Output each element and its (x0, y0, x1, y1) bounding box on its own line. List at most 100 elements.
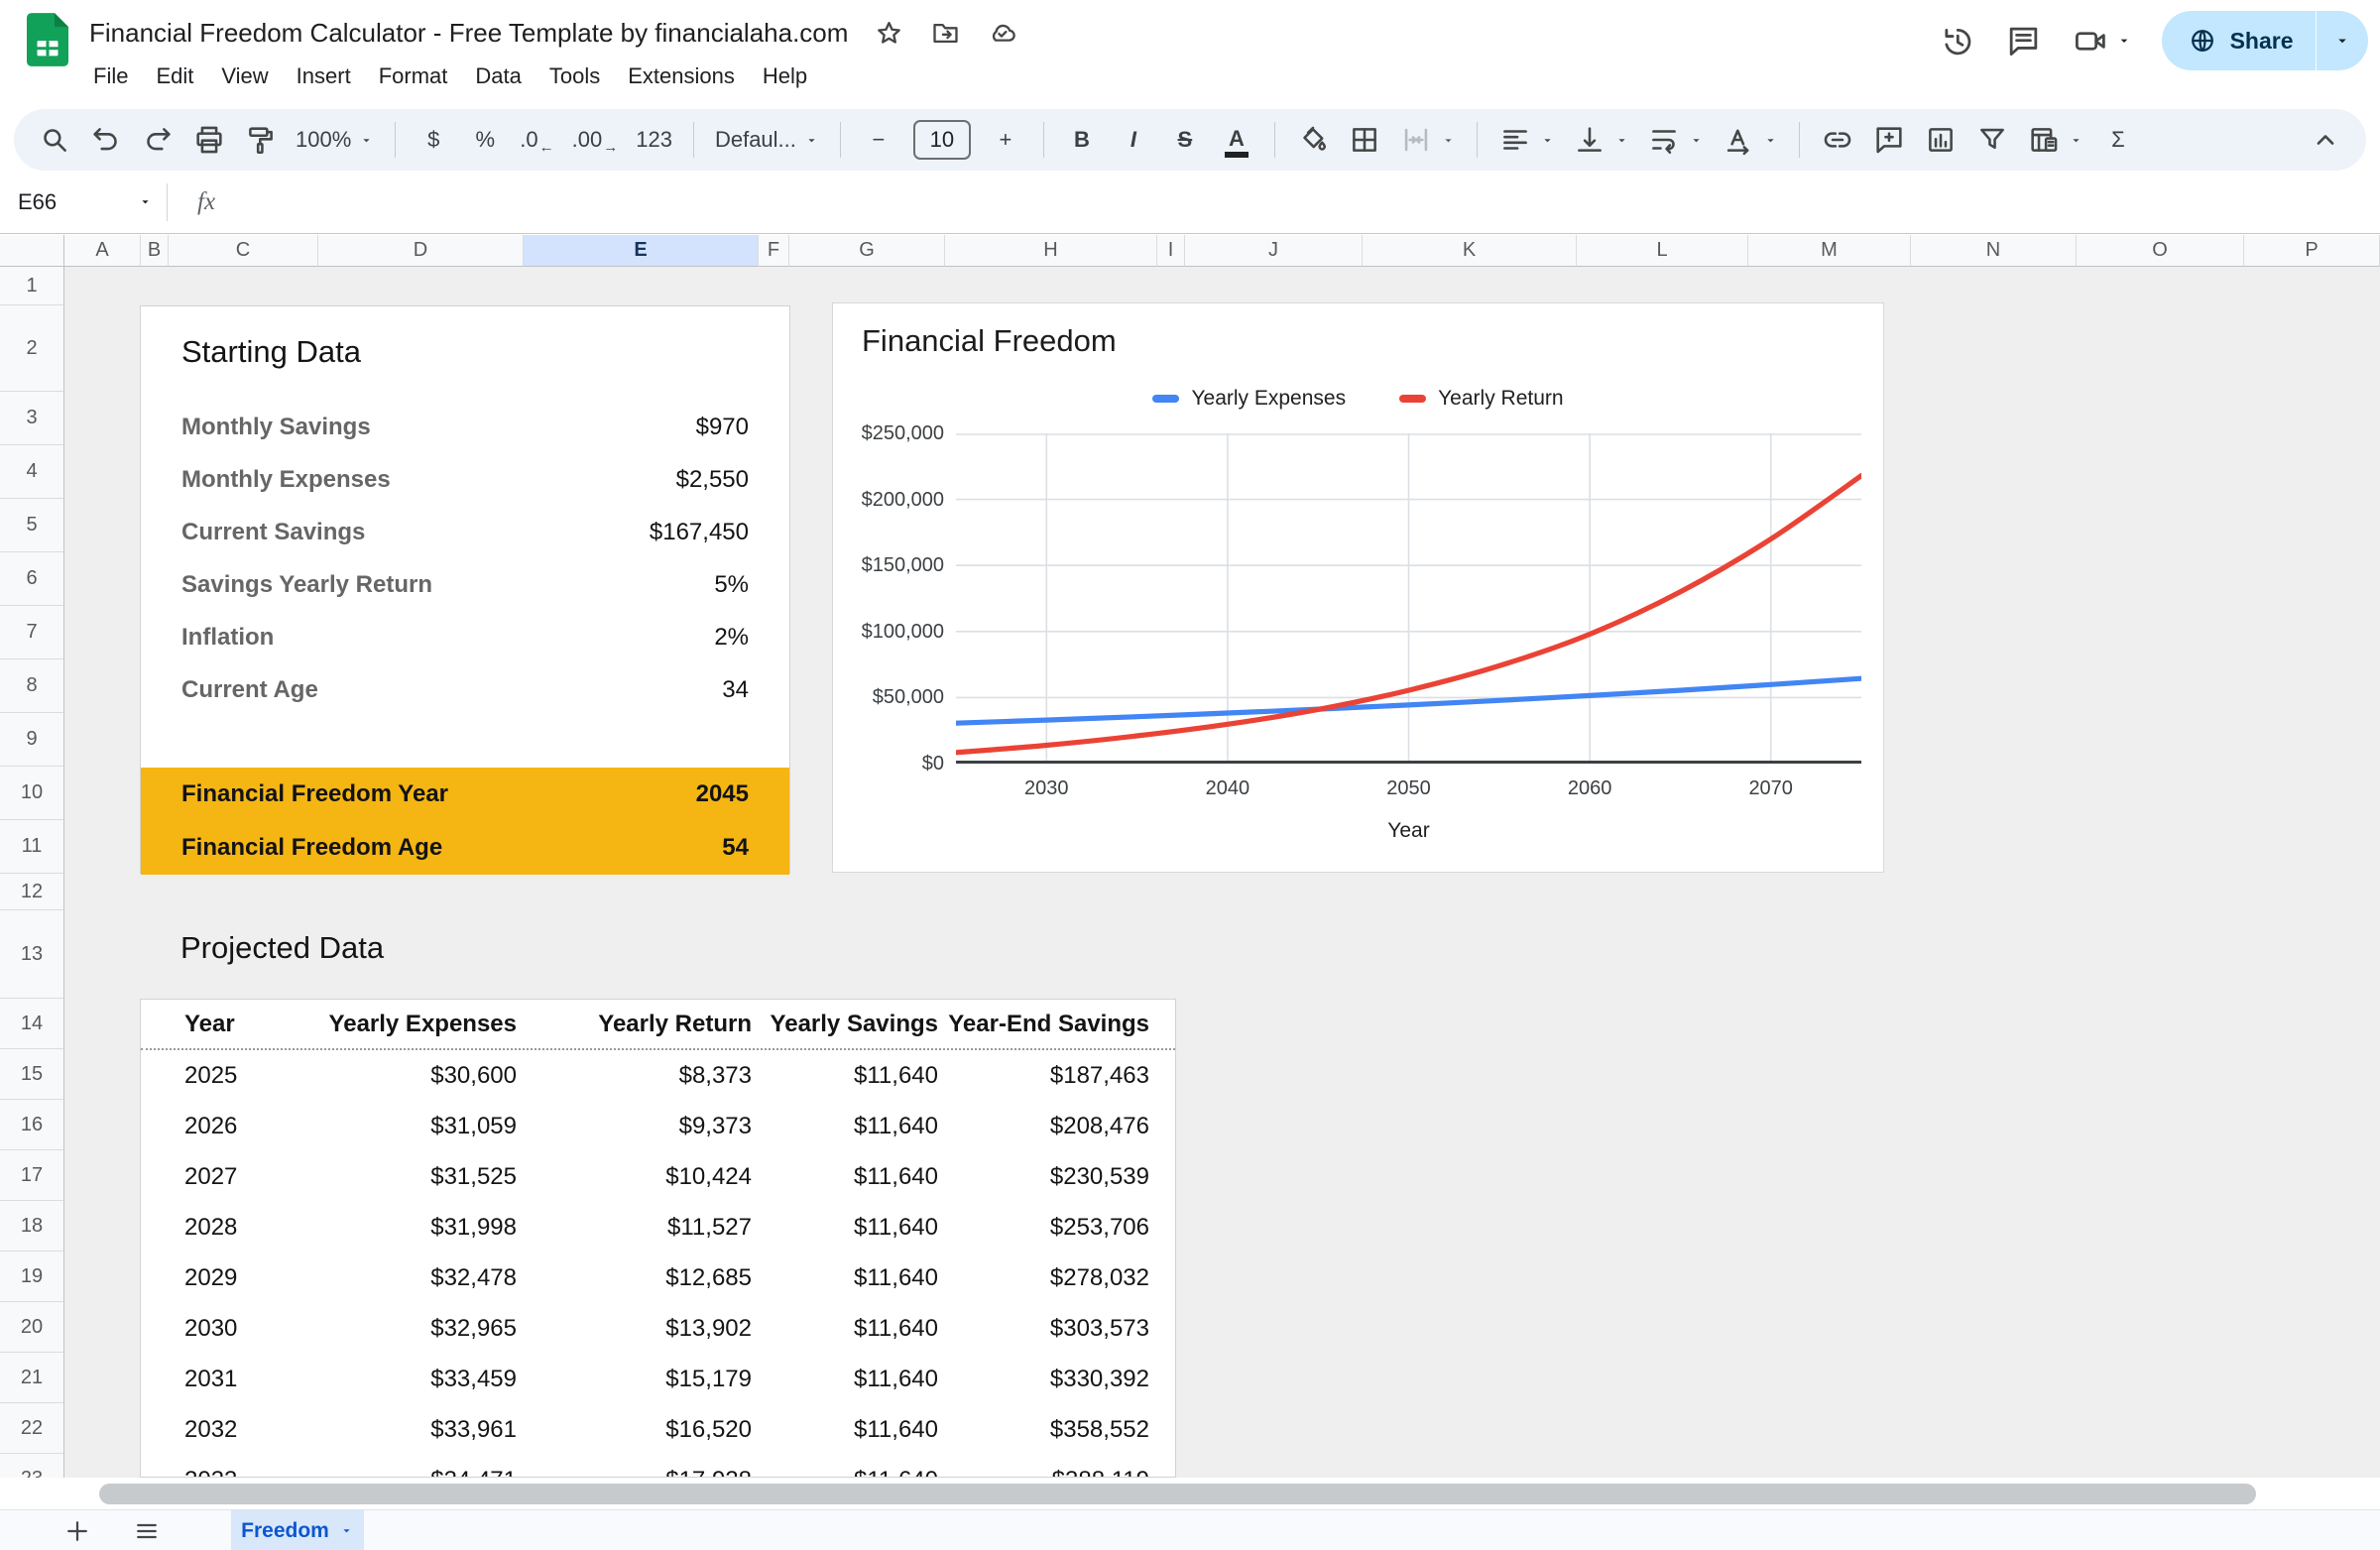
projected-data-row[interactable]: 2030$32,965$13,902$11,640$303,573 (141, 1303, 1175, 1354)
column-header-D[interactable]: D (318, 235, 524, 267)
share-dropdown-button[interactable] (2317, 11, 2368, 70)
document-title[interactable]: Financial Freedom Calculator - Free Temp… (89, 18, 848, 49)
projected-data-row[interactable]: 2032$33,961$16,520$11,640$358,552 (141, 1404, 1175, 1455)
bold-button[interactable]: B (1059, 117, 1105, 163)
format-currency-button[interactable]: $ (411, 117, 456, 163)
starting-data-title[interactable]: Starting Data (181, 334, 361, 370)
row-header-6[interactable]: 6 (0, 552, 64, 606)
column-header-P[interactable]: P (2244, 235, 2380, 267)
row-header-3[interactable]: 3 (0, 392, 64, 445)
text-wrap-icon[interactable] (1641, 117, 1710, 163)
row-header-20[interactable]: 20 (0, 1302, 64, 1353)
decrease-decimal-button[interactable]: .0← (514, 117, 559, 163)
horizontal-scrollbar[interactable] (99, 1484, 2256, 1504)
text-color-button[interactable]: A (1214, 117, 1259, 163)
insert-chart-icon[interactable] (1918, 117, 1964, 163)
row-header-22[interactable]: 22 (0, 1403, 64, 1454)
starting-data-row[interactable]: Current Age34 (141, 663, 789, 716)
column-header-E[interactable]: E (524, 235, 759, 267)
column-header-A[interactable]: A (64, 235, 141, 267)
increase-font-size-button[interactable]: + (983, 117, 1028, 163)
row-header-5[interactable]: 5 (0, 499, 64, 552)
row-header-14[interactable]: 14 (0, 999, 64, 1049)
row-header-21[interactable]: 21 (0, 1353, 64, 1403)
chevron-down-icon[interactable] (339, 1523, 354, 1538)
borders-icon[interactable] (1342, 117, 1387, 163)
row-header-7[interactable]: 7 (0, 606, 64, 659)
menu-edit[interactable]: Edit (142, 58, 207, 95)
undo-icon[interactable] (83, 117, 129, 163)
merge-cells-icon[interactable] (1393, 117, 1462, 163)
row-header-2[interactable]: 2 (0, 305, 64, 392)
zoom-select[interactable]: 100% (290, 117, 380, 163)
print-icon[interactable] (186, 117, 232, 163)
version-history-icon[interactable] (1939, 23, 1975, 60)
column-header-K[interactable]: K (1363, 235, 1577, 267)
add-sheet-button[interactable] (56, 1510, 99, 1550)
projected-data-row[interactable]: 2033$34,471$17,928$11,640$388,119 (141, 1455, 1175, 1478)
highlight-row[interactable]: Financial Freedom Year2045 (141, 768, 789, 821)
star-icon[interactable] (874, 18, 904, 49)
chevron-down-icon[interactable] (2116, 33, 2132, 49)
font-select[interactable]: Defaul... (709, 117, 825, 163)
menu-extensions[interactable]: Extensions (614, 58, 749, 95)
sheet-tab-freedom[interactable]: Freedom (231, 1510, 364, 1550)
row-header-9[interactable]: 9 (0, 713, 64, 767)
column-header-M[interactable]: M (1748, 235, 1911, 267)
column-header-C[interactable]: C (169, 235, 318, 267)
select-all-corner[interactable] (0, 235, 64, 267)
search-icon[interactable] (32, 117, 77, 163)
row-header-12[interactable]: 12 (0, 874, 64, 910)
row-header-16[interactable]: 16 (0, 1100, 64, 1150)
row-header-18[interactable]: 18 (0, 1201, 64, 1252)
column-header-N[interactable]: N (1911, 235, 2077, 267)
row-header-1[interactable]: 1 (0, 267, 64, 305)
menu-insert[interactable]: Insert (283, 58, 365, 95)
row-header-17[interactable]: 17 (0, 1150, 64, 1201)
font-size-input[interactable]: 10 (907, 117, 977, 163)
insert-link-icon[interactable] (1815, 117, 1860, 163)
format-percent-button[interactable]: % (462, 117, 508, 163)
increase-decimal-button[interactable]: .00→ (566, 117, 625, 163)
column-header-F[interactable]: F (759, 235, 789, 267)
projected-data-row[interactable]: 2026$31,059$9,373$11,640$208,476 (141, 1101, 1175, 1151)
column-header-O[interactable]: O (2077, 235, 2244, 267)
starting-data-row[interactable]: Savings Yearly Return5% (141, 558, 789, 611)
share-button[interactable]: Share (2162, 11, 2316, 70)
paint-format-icon[interactable] (238, 117, 284, 163)
collapse-toolbar-icon[interactable] (2303, 117, 2348, 163)
menu-tools[interactable]: Tools (536, 58, 614, 95)
column-header-J[interactable]: J (1185, 235, 1363, 267)
menu-file[interactable]: File (79, 58, 142, 95)
row-header-8[interactable]: 8 (0, 659, 64, 713)
projected-data-title[interactable]: Projected Data (180, 930, 384, 966)
row-header-10[interactable]: 10 (0, 767, 64, 820)
fill-color-icon[interactable] (1290, 117, 1336, 163)
functions-button[interactable]: Σ (2095, 117, 2141, 163)
starting-data-row[interactable]: Monthly Savings$970 (141, 401, 789, 453)
menu-help[interactable]: Help (749, 58, 821, 95)
row-header-19[interactable]: 19 (0, 1252, 64, 1302)
starting-data-row[interactable]: Monthly Expenses$2,550 (141, 453, 789, 506)
menu-format[interactable]: Format (365, 58, 462, 95)
strikethrough-button[interactable]: S (1162, 117, 1208, 163)
insert-comment-icon[interactable] (1866, 117, 1912, 163)
fx-icon[interactable]: fx (197, 188, 215, 216)
projected-data-row[interactable]: 2028$31,998$11,527$11,640$253,706 (141, 1202, 1175, 1252)
projected-header-row[interactable]: YearYearly ExpensesYearly ReturnYearly S… (141, 1000, 1175, 1050)
decrease-font-size-button[interactable]: − (856, 117, 901, 163)
comments-icon[interactable] (2005, 23, 2042, 60)
column-header-B[interactable]: B (141, 235, 169, 267)
video-call-icon[interactable] (2072, 23, 2108, 60)
highlight-row[interactable]: Financial Freedom Age54 (141, 821, 789, 875)
horizontal-align-icon[interactable] (1492, 117, 1561, 163)
name-box[interactable]: E66 (0, 189, 167, 215)
projected-data-row[interactable]: 2031$33,459$15,179$11,640$330,392 (141, 1354, 1175, 1404)
sheets-logo-icon[interactable] (27, 13, 68, 66)
video-call-button[interactable] (2072, 23, 2132, 60)
projected-data-row[interactable]: 2025$30,600$8,373$11,640$187,463 (141, 1050, 1175, 1101)
folder-move-icon[interactable] (930, 18, 961, 49)
column-header-I[interactable]: I (1157, 235, 1185, 267)
starting-data-row[interactable]: Current Savings$167,450 (141, 506, 789, 558)
text-rotation-icon[interactable] (1716, 117, 1784, 163)
